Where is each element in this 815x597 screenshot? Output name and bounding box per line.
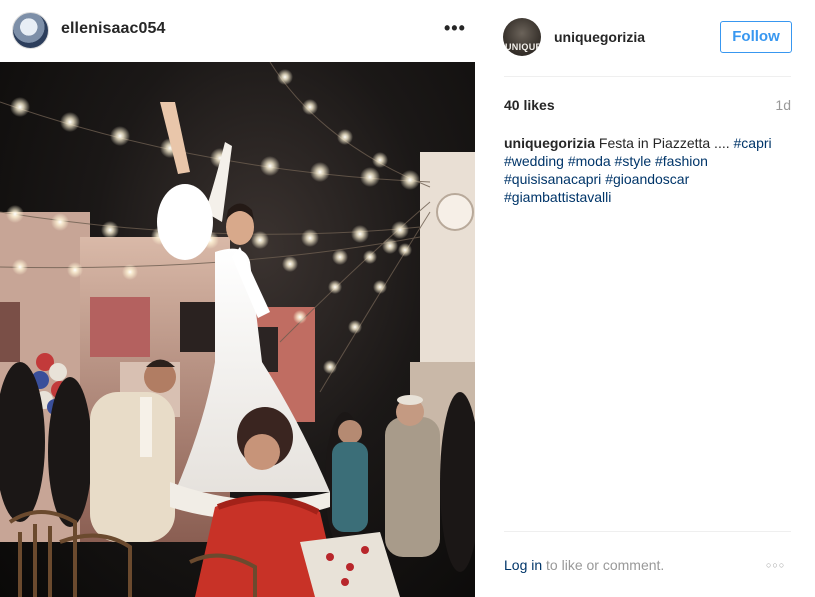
login-prompt: Log in to like or comment. xyxy=(504,557,664,573)
hashtag-link[interactable]: #giambattistavalli xyxy=(504,189,611,205)
post-side-panel: UNIQUE uniquegorizia Follow 40 likes 1d … xyxy=(475,0,815,597)
options-icon[interactable]: ○○○ xyxy=(766,560,785,570)
avatar[interactable]: UNIQUE xyxy=(503,18,541,56)
post-photo[interactable] xyxy=(0,62,475,597)
post-header: ellenisaac054 ••• xyxy=(0,0,475,62)
login-link[interactable]: Log in xyxy=(504,557,542,573)
caption-username[interactable]: uniquegorizia xyxy=(504,135,595,151)
caption-text: Festa in Piazzetta .... xyxy=(598,135,730,151)
hashtag-link[interactable]: #moda xyxy=(568,153,611,169)
divider xyxy=(504,531,791,532)
follow-button[interactable]: Follow xyxy=(720,21,792,53)
post-username[interactable]: ellenisaac054 xyxy=(61,20,166,38)
avatar-logo-text: UNIQUE xyxy=(505,42,541,52)
hashtag-link[interactable]: #capri xyxy=(734,135,772,151)
hashtag-link[interactable]: #quisisanacapri xyxy=(504,171,601,187)
hashtag-link[interactable]: #wedding xyxy=(504,153,564,169)
login-suffix: to like or comment. xyxy=(546,557,665,573)
hashtag-link[interactable]: #fashion xyxy=(655,153,708,169)
hashtag-link[interactable]: #gioandoscar xyxy=(605,171,689,187)
author-username[interactable]: uniquegorizia xyxy=(554,29,645,45)
divider xyxy=(504,76,791,77)
post-age[interactable]: 1d xyxy=(775,97,791,113)
avatar[interactable] xyxy=(12,12,49,49)
more-horizontal-icon[interactable]: ••• xyxy=(444,18,466,39)
post-caption: uniquegorizia Festa in Piazzetta .... #c… xyxy=(504,134,789,206)
wedding-party-photo xyxy=(0,62,475,597)
likes-count[interactable]: 40 likes xyxy=(504,97,555,113)
hashtag-link[interactable]: #style xyxy=(615,153,652,169)
